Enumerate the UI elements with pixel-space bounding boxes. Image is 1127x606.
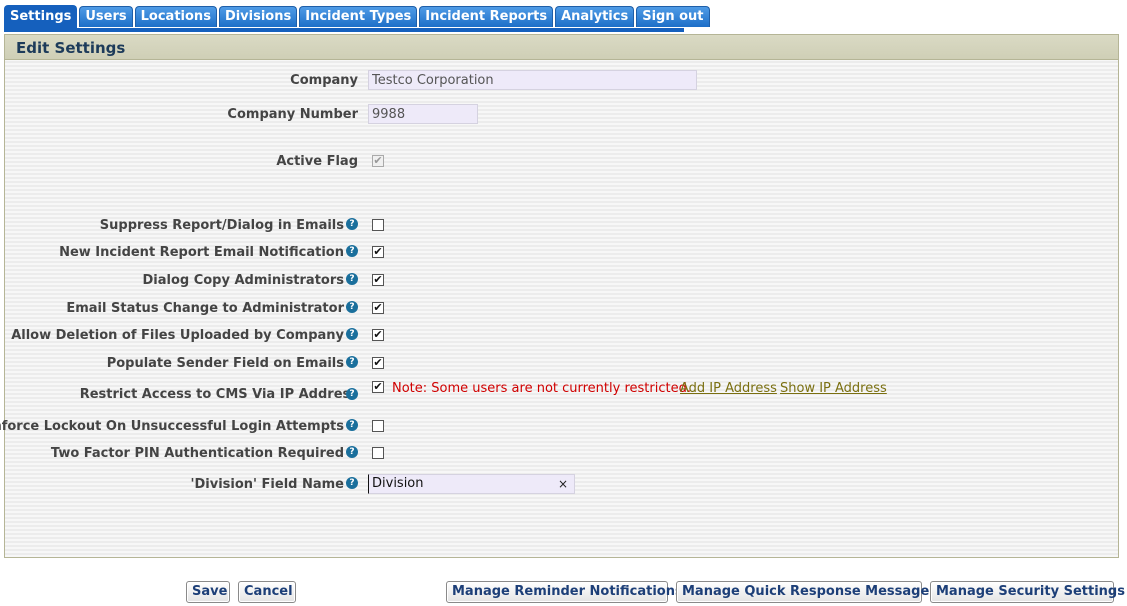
suppress-report-checkbox[interactable] (372, 219, 384, 231)
panel-title: Edit Settings (5, 35, 1118, 60)
option-label: Email Status Change to Administrator (66, 301, 344, 316)
option-label: Restrict Access to CMS Via IP Address (79, 387, 358, 402)
help-icon[interactable]: ? (346, 301, 358, 313)
option-label: Dialog Copy Administrators (142, 273, 344, 288)
company-field[interactable] (368, 70, 697, 90)
cancel-button[interactable]: Cancel (238, 581, 296, 603)
manage-reminder-notifications-button[interactable]: Manage Reminder Notifications (446, 581, 683, 603)
email-status-change-checkbox[interactable]: ✔ (372, 302, 384, 314)
two-factor-pin-checkbox[interactable] (372, 447, 384, 459)
clear-icon[interactable]: × (558, 476, 568, 492)
company-number-field[interactable] (368, 104, 478, 124)
ip-restriction-note: Note: Some users are not currently restr… (392, 381, 691, 396)
help-icon[interactable]: ? (346, 245, 358, 257)
manage-quick-response-messages-button[interactable]: Manage Quick Response Messages (676, 581, 937, 603)
dialog-copy-admins-checkbox[interactable]: ✔ (372, 274, 384, 286)
option-label: New Incident Report Email Notification (59, 245, 344, 260)
help-icon[interactable]: ? (346, 446, 358, 458)
help-icon[interactable]: ? (346, 356, 358, 368)
help-icon[interactable]: ? (346, 419, 358, 431)
new-incident-notification-checkbox[interactable]: ✔ (372, 246, 384, 258)
active-flag-checkbox[interactable]: ✔ (372, 155, 384, 167)
tab-analytics[interactable]: Analytics (555, 6, 635, 27)
restrict-ip-checkbox[interactable]: ✔ (372, 381, 384, 393)
option-label: Populate Sender Field on Emails (106, 356, 344, 371)
tab-locations[interactable]: Locations (134, 6, 217, 27)
option-label: Allow Deletion of Files Uploaded by Comp… (11, 328, 344, 343)
allow-file-deletion-checkbox[interactable]: ✔ (372, 329, 384, 341)
division-field-input[interactable]: Division × (368, 474, 575, 494)
tab-incident-types[interactable]: Incident Types (299, 6, 418, 27)
option-label: Enforce Lockout On Unsuccessful Login At… (0, 419, 344, 434)
tab-underline (4, 28, 684, 32)
option-label: Two Factor PIN Authentication Required (50, 446, 344, 461)
company-label: Company (290, 73, 358, 88)
active-flag-label: Active Flag (276, 154, 358, 169)
populate-sender-checkbox[interactable]: ✔ (372, 357, 384, 369)
show-ip-address-link[interactable]: Show IP Address (780, 381, 887, 396)
help-icon[interactable]: ? (346, 477, 358, 489)
tab-incident-reports[interactable]: Incident Reports (419, 6, 554, 27)
manage-security-settings-button[interactable]: Manage Security Settings (930, 581, 1125, 603)
add-ip-address-link[interactable]: Add IP Address (680, 381, 777, 396)
tab-settings[interactable]: Settings (4, 5, 78, 28)
tab-divisions[interactable]: Divisions (218, 6, 298, 27)
company-number-label: Company Number (227, 107, 358, 122)
division-field-label: 'Division' Field Name (190, 477, 345, 492)
help-icon[interactable]: ? (346, 218, 358, 230)
save-button[interactable]: Save (186, 581, 230, 603)
help-icon[interactable]: ? (346, 273, 358, 285)
main-tab-bar: Settings Users Locations Divisions Incid… (4, 5, 710, 28)
option-label: Suppress Report/Dialog in Emails (99, 218, 344, 233)
tab-users[interactable]: Users (79, 6, 133, 27)
division-field-value: Division (372, 476, 424, 491)
tab-sign-out[interactable]: Sign out (636, 6, 710, 27)
help-icon[interactable]: ? (346, 328, 358, 340)
enforce-lockout-checkbox[interactable] (372, 420, 384, 432)
help-icon[interactable]: ? (346, 388, 358, 400)
